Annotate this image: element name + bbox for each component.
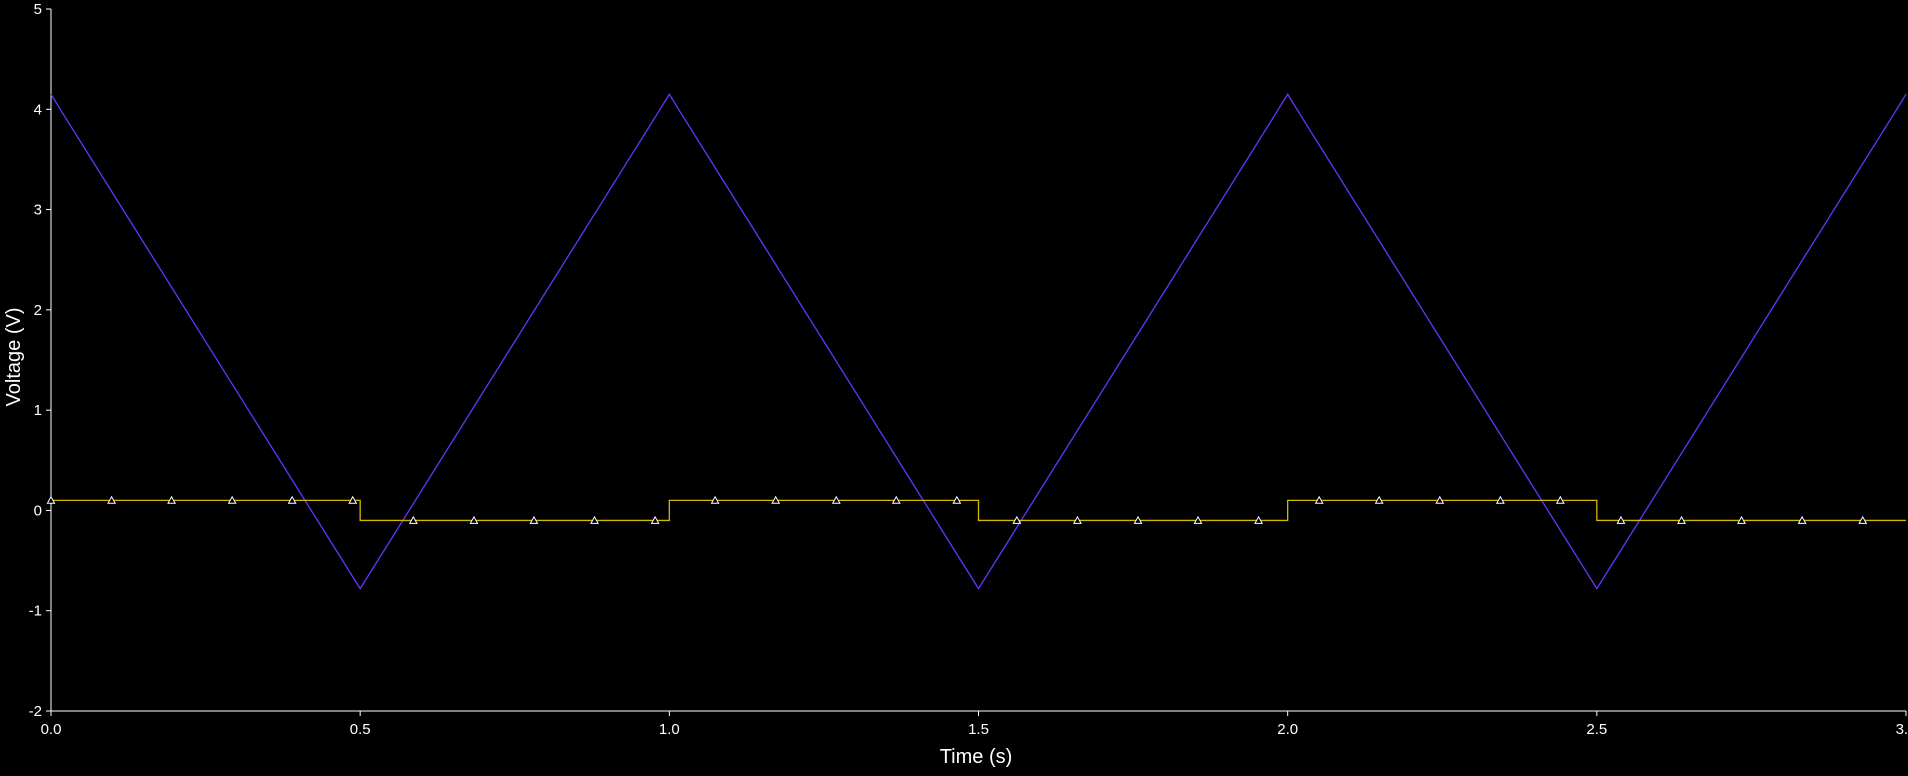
y-tick-label: 5 [34,1,42,18]
y-tick-label: 1 [34,402,42,419]
axes [50,9,1906,712]
series-layer [46,93,1907,590]
line-chart: 0.0 0.5 1.0 1.5 2.0 2.5 3.0 -2 -1 0 1 2 3 4 5 Time (s)… [3,1,1908,768]
series-line [51,499,1906,522]
y-tick-label: 4 [34,101,42,118]
x-tick-label: 1.0 [659,721,680,738]
y-tick-label: -1 [29,603,42,620]
y-tick-label: -2 [29,703,42,720]
x-axis-title: Time (s) [940,746,1013,768]
series-2 [46,495,1906,524]
y-tick-label: 2 [34,302,42,319]
ticks-layer: 0.0 0.5 1.0 1.5 2.0 2.5 3.0 -2 -1 0 1 2 3 4 5 [29,1,1908,738]
x-tick-label: 2.0 [1277,721,1298,738]
x-tick-label: 3.0 [1896,721,1908,738]
x-tick-label: 1.5 [968,721,989,738]
y-tick-label: 0 [34,502,42,519]
y-tick-label: 3 [34,202,42,219]
y-axis-title: Voltage (V) [3,308,25,407]
x-tick-label: 2.5 [1586,721,1607,738]
chart-container: 0.0 0.5 1.0 1.5 2.0 2.5 3.0 -2 -1 0 1 2 3 4 5 Time (s)… [0,0,1908,771]
x-tick-label: 0.5 [350,721,371,738]
x-tick-label: 0.0 [41,721,62,738]
